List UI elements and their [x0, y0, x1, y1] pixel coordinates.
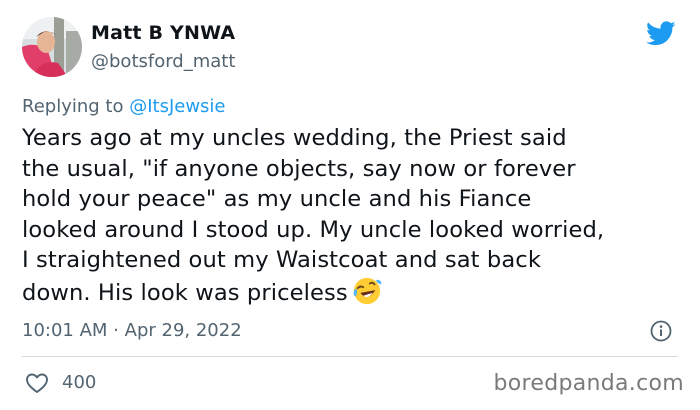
timestamp-separator: · [107, 320, 125, 341]
reply-to-link[interactable]: @ItsJewsie [129, 96, 225, 117]
info-icon[interactable] [650, 320, 672, 342]
tweet-text-container: Years ago at my uncles wedding, the Prie… [22, 123, 682, 309]
heart-icon[interactable] [25, 372, 49, 394]
watermark: boredpanda.com [493, 371, 684, 396]
tweet-time: 10:01 AM [22, 320, 108, 341]
tweet-card: Matt B YNWA @botsford_matt Replying to @… [0, 0, 700, 410]
tweet-timestamp[interactable]: 10:01 AM · Apr 29, 2022 [22, 320, 242, 341]
like-count[interactable]: 400 [62, 372, 96, 393]
reply-prefix: Replying to [22, 96, 130, 117]
twitter-bird-icon[interactable] [644, 18, 678, 48]
tweet-date: Apr 29, 2022 [124, 320, 242, 341]
rolling-on-floor-laughing-icon [353, 277, 381, 305]
author-name[interactable]: Matt B YNWA [91, 22, 235, 44]
reply-context: Replying to @ItsJewsie [22, 96, 226, 117]
divider [22, 356, 678, 357]
avatar[interactable] [22, 17, 82, 77]
author-handle[interactable]: @botsford_matt [91, 51, 235, 72]
avatar-photo [22, 17, 82, 77]
tweet-text: Years ago at my uncles wedding, the Prie… [22, 125, 605, 306]
